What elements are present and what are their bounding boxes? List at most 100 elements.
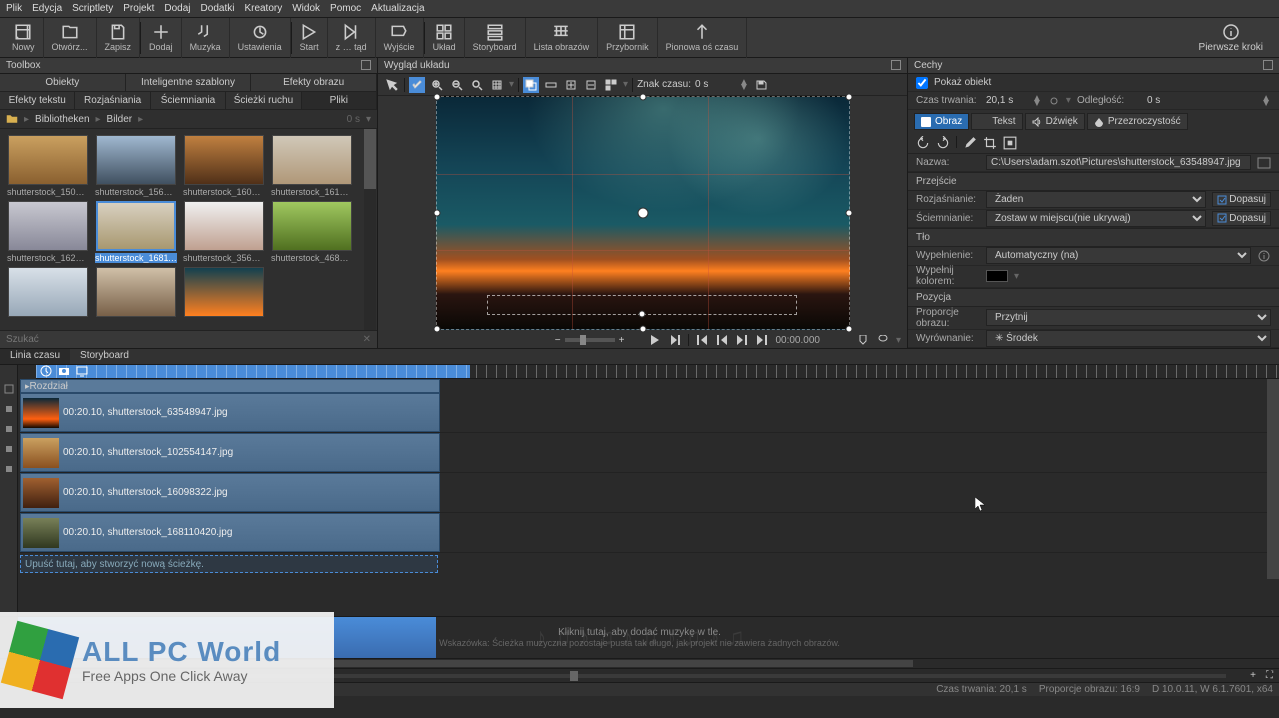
props-collapse-icon[interactable] bbox=[1263, 60, 1273, 70]
save-frame-icon[interactable] bbox=[753, 77, 769, 93]
toolbar-wyjcie[interactable]: Wyjście bbox=[376, 18, 424, 58]
timeline-track[interactable]: 00:20.10, shutterstock_168110420.jpg bbox=[20, 513, 1267, 553]
tab-ścieżki-ruchu[interactable]: Ścieżki ruchu bbox=[226, 92, 301, 109]
arrange-icon[interactable] bbox=[603, 77, 619, 93]
select-tool-icon[interactable] bbox=[384, 77, 400, 93]
clip[interactable]: 00:20.10, shutterstock_16098322.jpg bbox=[20, 473, 440, 512]
timeline-track[interactable]: 00:20.10, shutterstock_63548947.jpg bbox=[20, 393, 1267, 433]
chapter-row[interactable]: ▸ Rozdział bbox=[20, 379, 440, 393]
duration-value[interactable]: 20,1 s bbox=[986, 95, 1026, 106]
preview-canvas[interactable] bbox=[378, 96, 907, 330]
zoom-slider[interactable] bbox=[565, 338, 615, 342]
gutter-icon[interactable] bbox=[0, 439, 17, 459]
thumbnail[interactable] bbox=[94, 267, 178, 319]
tab-efekty-obrazu[interactable]: Efekty obrazu bbox=[251, 74, 377, 91]
thumbnail[interactable]: shutterstock_168110... bbox=[94, 201, 178, 263]
search-clear-icon[interactable]: ✕ bbox=[363, 334, 371, 345]
toolbar-muzyka[interactable]: Muzyka bbox=[182, 18, 230, 58]
step-fwd-button[interactable] bbox=[735, 333, 749, 347]
tab-opacity[interactable]: Przezroczystość bbox=[1087, 113, 1188, 130]
toolbar-listaobrazw[interactable]: Lista obrazów bbox=[526, 18, 599, 58]
thumbnail[interactable] bbox=[6, 267, 90, 319]
menu-edycja[interactable]: Edycja bbox=[32, 3, 62, 14]
checkmark-tool-icon[interactable] bbox=[409, 77, 425, 93]
tab-storyboard[interactable]: Storyboard bbox=[70, 349, 139, 364]
toolbar-dodaj[interactable]: Dodaj bbox=[141, 18, 182, 58]
timestamp-value[interactable]: 0 s bbox=[695, 79, 735, 90]
preview-collapse-icon[interactable] bbox=[891, 60, 901, 70]
tl-zoom-plus-icon[interactable]: + bbox=[1246, 670, 1260, 681]
aspect-select[interactable]: Przytnij bbox=[986, 309, 1271, 326]
goto-start-button[interactable] bbox=[695, 333, 709, 347]
play-from-button[interactable] bbox=[668, 333, 682, 347]
tab-obiekty[interactable]: Obiekty bbox=[0, 74, 126, 91]
toolbar-zapisz[interactable]: Zapisz bbox=[97, 18, 141, 58]
timeline-track[interactable]: 00:20.10, shutterstock_16098322.jpg bbox=[20, 473, 1267, 513]
loop-icon[interactable] bbox=[876, 333, 890, 347]
menu-plik[interactable]: Plik bbox=[6, 3, 22, 14]
crop-icon[interactable] bbox=[983, 136, 997, 150]
tab-pliki[interactable]: Pliki bbox=[302, 92, 377, 109]
edit-icon[interactable] bbox=[963, 136, 977, 150]
tab-timeline[interactable]: Linia czasu bbox=[0, 349, 70, 364]
step-back-button[interactable] bbox=[715, 333, 729, 347]
link-icon[interactable] bbox=[1048, 95, 1060, 107]
breadcrumb-dropdown-icon[interactable]: ▾ bbox=[366, 114, 371, 125]
search-input[interactable]: Szukać bbox=[6, 334, 39, 345]
color-swatch[interactable] bbox=[986, 270, 1008, 282]
zoom-plus-icon[interactable]: + bbox=[619, 335, 625, 346]
duration-stepper[interactable]: ▲▼ bbox=[1032, 96, 1042, 106]
menu-kreatory[interactable]: Kreatory bbox=[244, 3, 282, 14]
toolbar-ukad[interactable]: Układ bbox=[425, 18, 465, 58]
marker-icon[interactable] bbox=[856, 333, 870, 347]
menu-aktualizacja[interactable]: Aktualizacja bbox=[371, 3, 424, 14]
first-steps-button[interactable]: Pierwsze kroki bbox=[1187, 20, 1275, 55]
browse-icon[interactable] bbox=[1257, 156, 1271, 170]
rotate-left-icon[interactable] bbox=[916, 136, 930, 150]
thumbnail[interactable]: shutterstock_15055... bbox=[6, 135, 90, 197]
toolbar-nowy[interactable]: Nowy bbox=[4, 18, 44, 58]
gutter-icon[interactable] bbox=[0, 419, 17, 439]
gutter-icon[interactable] bbox=[0, 379, 17, 399]
menu-pomoc[interactable]: Pomoc bbox=[330, 3, 361, 14]
menu-scriptlety[interactable]: Scriptlety bbox=[72, 3, 113, 14]
breadcrumb-0[interactable]: Bibliotheken bbox=[35, 114, 89, 125]
goto-end-button[interactable] bbox=[755, 333, 769, 347]
delay-value[interactable]: 0 s bbox=[1147, 95, 1160, 106]
timeline-track[interactable]: 00:20.10, shutterstock_102554147.jpg bbox=[20, 433, 1267, 473]
zoom-out-icon[interactable] bbox=[449, 77, 465, 93]
toolbar-ztd[interactable]: z … tąd bbox=[328, 18, 376, 58]
toolbar-start[interactable]: Start bbox=[292, 18, 328, 58]
zoom-in-icon[interactable] bbox=[429, 77, 445, 93]
info-icon[interactable] bbox=[1257, 249, 1271, 263]
thumbnail[interactable]: shutterstock_46865710 bbox=[270, 201, 354, 263]
fill-select[interactable]: Automatyczny (na) bbox=[986, 247, 1251, 264]
thumbs-scrollbar[interactable] bbox=[364, 129, 376, 330]
show-object-checkbox[interactable] bbox=[916, 77, 928, 89]
delay-stepper[interactable]: ▲▼ bbox=[1261, 96, 1271, 106]
breadcrumb-1[interactable]: Bilder bbox=[107, 114, 133, 125]
fadeout-select[interactable]: Zostaw w miejscu(nie ukrywaj) bbox=[986, 210, 1206, 227]
thumbnail[interactable]: shutterstock_16195... bbox=[270, 135, 354, 197]
thumbnail[interactable]: shutterstock_16098322 bbox=[182, 135, 266, 197]
menu-widok[interactable]: Widok bbox=[292, 3, 320, 14]
thumbnail[interactable]: shutterstock_16220... bbox=[6, 201, 90, 263]
name-field[interactable] bbox=[986, 155, 1251, 170]
thumbnail[interactable]: shutterstock_15679... bbox=[94, 135, 178, 197]
toolbar-ustawienia[interactable]: Ustawienia bbox=[230, 18, 291, 58]
tl-zoom-fit-icon[interactable]: ⛶ bbox=[1260, 670, 1279, 681]
drop-track-hint[interactable]: Upuść tutaj, aby stworzyć nową ścieżkę. bbox=[20, 555, 438, 573]
tab-rozjaśniania[interactable]: Rozjaśniania bbox=[75, 92, 150, 109]
grid-icon[interactable] bbox=[489, 77, 505, 93]
clip[interactable]: 00:20.10, shutterstock_63548947.jpg bbox=[20, 393, 440, 432]
fadein-select[interactable]: Żaden bbox=[986, 191, 1206, 208]
settings-square-icon[interactable] bbox=[1003, 136, 1017, 150]
ruler-icon[interactable] bbox=[543, 77, 559, 93]
tab-text[interactable]: Tekst bbox=[971, 113, 1022, 130]
toolbar-otwrz[interactable]: Otwórz... bbox=[44, 18, 97, 58]
thumbnail[interactable] bbox=[182, 267, 266, 319]
tab-sound[interactable]: Dźwięk bbox=[1025, 113, 1085, 130]
tab-ściemniania[interactable]: Ściemniania bbox=[151, 92, 226, 109]
timestamp-stepper[interactable]: ▲▼ bbox=[739, 80, 749, 90]
toolbar-przybornik[interactable]: Przybornik bbox=[598, 18, 658, 58]
